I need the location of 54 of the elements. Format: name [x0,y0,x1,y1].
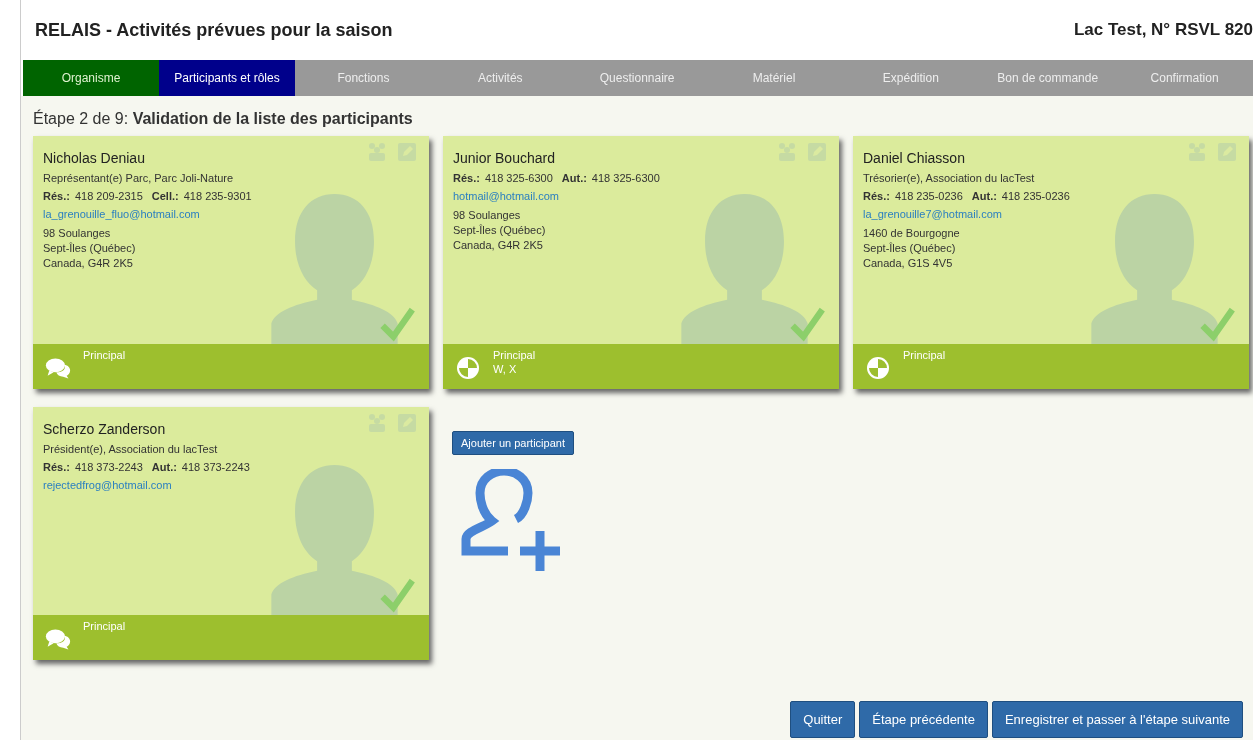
participant-role: Président(e), Association du lacTest [43,443,219,455]
footer-text: Principal [493,348,536,362]
phone-number: 418 209-2315 [74,190,143,202]
address-line: Canada, G4R 2K5 [43,256,134,271]
page-title: RELAIS - Activités prévues pour la saison [35,19,393,41]
participant-name: Nicholas Deniau [43,150,145,166]
address-line: Sept-Îles (Québec) [453,223,547,238]
chat-bubbles-icon [45,627,71,651]
step-heading: Étape 2 de 9: Validation de la liste des participants [33,110,413,127]
action-button[interactable]: Étape précédente [859,701,988,738]
action-button[interactable]: Enregistrer et passer à l'étape suivante [991,701,1243,738]
phone-label: Rés.: [863,190,890,202]
lake-label: Lac Test, N° RSVL 820 [1073,20,1253,40]
participant-name: Daniel Chiasson [863,150,965,166]
email-link[interactable]: la_grenouille_fluo@hotmail.com [43,208,200,220]
email-link[interactable]: la_grenouille7@hotmail.com [863,208,1002,220]
action-button[interactable]: Quitter [790,701,856,738]
address-line: 98 Soulanges [43,226,112,241]
participant-name: Scherzo Zanderson [43,421,166,437]
address-line: Canada, G1S 4V5 [863,256,954,271]
phone-label: Aut.: [971,190,997,202]
quadrant-circle-icon [455,356,481,380]
footer-text: Principal [903,348,946,362]
phone-label: Rés.: [453,172,480,184]
phone-number: 418 325-6300 [484,172,553,184]
address-line: Sept-Îles (Québec) [43,241,137,256]
phone-label: Aut.: [561,172,587,184]
quadrant-circle-icon [865,356,891,380]
address-line: Canada, G4R 2K5 [453,238,544,253]
phone-number: 418 235-0236 [1001,190,1070,202]
address-line: 1460 de Bourgogne [863,226,961,241]
phone-label: Rés.: [43,461,70,473]
phone-number: 418 373-2243 [181,461,250,473]
email-link[interactable]: hotmail@hotmail.com [453,190,559,202]
participant-role: Représentant(e) Parc, Parc Joli-Nature [43,172,235,184]
step-tab[interactable]: Participants et rôles [159,60,295,96]
address-line: Sept-Îles (Québec) [863,241,957,256]
chat-bubbles-icon [45,356,71,380]
participant-role: Trésorier(e), Association du lacTest [863,172,1036,184]
phone-number: 418 235-9301 [183,190,252,202]
footer-text: W, X [493,362,518,376]
phone-number: 418 373-2243 [74,461,143,473]
add-participant-button[interactable]: Ajouter un participant [452,431,574,455]
address-line: 98 Soulanges [453,208,522,223]
footer-text: Principal [83,348,126,362]
email-link[interactable]: rejectedfrog@hotmail.com [43,479,172,491]
phone-number: 418 235-0236 [894,190,963,202]
footer-text: Principal [83,619,126,633]
step-tab[interactable]: Organisme [23,60,159,96]
phone-label: Aut.: [151,461,177,473]
phone-number: 418 325-6300 [591,172,660,184]
participant-name: Junior Bouchard [453,150,555,166]
phone-label: Cell.: [151,190,179,202]
phone-label: Rés.: [43,190,70,202]
